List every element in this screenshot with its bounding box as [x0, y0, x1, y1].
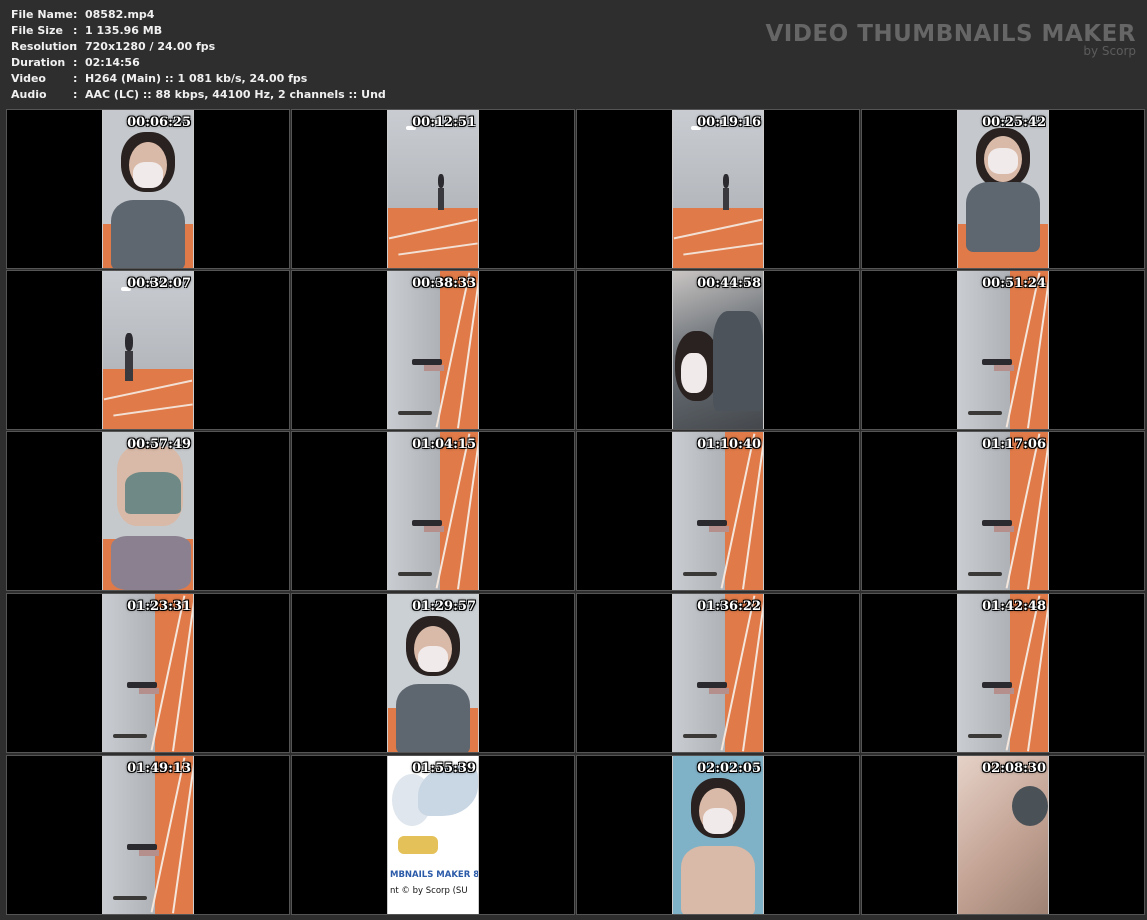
thumbnail-timestamp: 01:23:31: [127, 599, 191, 614]
thumbnail-frame: 00:32:07: [102, 271, 194, 429]
thumbnail-frame: 01:36:22: [672, 594, 764, 752]
thumbnail-timestamp: 01:49:13: [127, 761, 191, 776]
thumbnail-timestamp: 00:25:42: [982, 115, 1046, 130]
thumbnail-cell[interactable]: 01:17:06: [861, 431, 1145, 591]
thumbnail-frame: 01:23:31: [102, 594, 194, 752]
thumbnail-image: [388, 594, 478, 752]
thumbnail-frame: 02:08:30: [957, 756, 1049, 914]
thumbnail-timestamp: 00:57:49: [127, 437, 191, 452]
thumbnail-image: [103, 432, 193, 590]
thumbnail-cell[interactable]: 00:44:58: [576, 270, 860, 430]
thumbnail-frame: 01:04:15: [387, 432, 479, 590]
thumbnail-cell[interactable]: 01:29:57: [291, 593, 575, 753]
thumbnail-image: [103, 110, 193, 268]
thumbnail-image: [673, 756, 763, 914]
thumbnail-frame: 00:38:33: [387, 271, 479, 429]
thumbnail-cell[interactable]: 01:49:13: [6, 755, 290, 915]
thumbnail-image: [673, 271, 763, 429]
thumbnail-frame: MBNAILS MAKER 8 nt © by Scorp (SU 01:55:39: [387, 756, 479, 914]
thumbnail-image: [958, 271, 1048, 429]
thumbnail-timestamp: 01:04:15: [412, 437, 476, 452]
thumbnail-frame: 00:06:25: [102, 110, 194, 268]
thumbnail-timestamp: 01:55:39: [412, 761, 476, 776]
thumbnail-cell[interactable]: 01:36:22: [576, 593, 860, 753]
thumbnail-cell[interactable]: 00:25:42: [861, 109, 1145, 269]
thumbnail-timestamp: 02:08:30: [982, 761, 1046, 776]
thumbnail-cell[interactable]: MBNAILS MAKER 8 nt © by Scorp (SU 01:55:39: [291, 755, 575, 915]
thumbnail-cell[interactable]: 00:38:33: [291, 270, 575, 430]
thumbnail-timestamp: 00:44:58: [697, 276, 761, 291]
thumbnail-cell[interactable]: 00:06:25: [6, 109, 290, 269]
thumbnail-cell[interactable]: 01:04:15: [291, 431, 575, 591]
thumbnail-timestamp: 01:42:48: [982, 599, 1046, 614]
thumbnail-frame: 00:25:42: [957, 110, 1049, 268]
thumbnail-image: [103, 756, 193, 914]
thumbnail-image: [388, 110, 478, 268]
thumbnail-timestamp: 02:02:05: [697, 761, 761, 776]
thumbnail-grid: 00:06:25 00:12:51 00:19:16 00:25:42 00:32:07…: [0, 0, 1147, 920]
thumbnail-frame: 00:57:49: [102, 432, 194, 590]
thumbnail-cell[interactable]: 00:32:07: [6, 270, 290, 430]
thumbnail-frame: 01:10:40: [672, 432, 764, 590]
thumbnail-cell[interactable]: 00:12:51: [291, 109, 575, 269]
thumbnail-image: [388, 432, 478, 590]
thumbnail-frame: 01:42:48: [957, 594, 1049, 752]
thumbnail-cell[interactable]: 00:19:16: [576, 109, 860, 269]
thumbnail-cell[interactable]: 02:02:05: [576, 755, 860, 915]
thumbnail-image: [673, 594, 763, 752]
thumbnail-frame: 00:19:16: [672, 110, 764, 268]
thumbnail-image: [958, 110, 1048, 268]
thumbnail-timestamp: 00:06:25: [127, 115, 191, 130]
thumbnail-image: [388, 271, 478, 429]
thumbnail-timestamp: 00:51:24: [982, 276, 1046, 291]
thumbnail-timestamp: 00:19:16: [697, 115, 761, 130]
thumbnail-frame: 02:02:05: [672, 756, 764, 914]
thumbnail-timestamp: 00:12:51: [412, 115, 476, 130]
thumbnail-timestamp: 01:29:57: [412, 599, 476, 614]
thumbnail-image: [103, 594, 193, 752]
thumbnail-frame: 01:17:06: [957, 432, 1049, 590]
thumbnail-cell[interactable]: 02:08:30: [861, 755, 1145, 915]
thumbnail-cell[interactable]: 01:42:48: [861, 593, 1145, 753]
logo-text-line: MBNAILS MAKER 8: [390, 870, 479, 880]
thumbnail-cell[interactable]: 00:51:24: [861, 270, 1145, 430]
thumbnail-image: MBNAILS MAKER 8 nt © by Scorp (SU: [388, 756, 478, 914]
thumbnail-timestamp: 00:38:33: [412, 276, 476, 291]
thumbnail-cell[interactable]: 00:57:49: [6, 431, 290, 591]
thumbnail-image: [958, 432, 1048, 590]
thumbnail-timestamp: 01:10:40: [697, 437, 761, 452]
thumbnail-image: [673, 432, 763, 590]
thumbnail-timestamp: 01:17:06: [982, 437, 1046, 452]
thumbnail-image: [103, 271, 193, 429]
thumbnail-cell[interactable]: 01:23:31: [6, 593, 290, 753]
thumbnail-image: [673, 110, 763, 268]
logo-copyright-line: nt © by Scorp (SU: [390, 886, 468, 896]
thumbnail-frame: 00:44:58: [672, 271, 764, 429]
thumbnail-timestamp: 01:36:22: [697, 599, 761, 614]
thumbnail-frame: 01:29:57: [387, 594, 479, 752]
thumbnail-image: [958, 594, 1048, 752]
thumbnail-frame: 00:12:51: [387, 110, 479, 268]
thumbnail-frame: 00:51:24: [957, 271, 1049, 429]
thumbnail-timestamp: 00:32:07: [127, 276, 191, 291]
thumbnail-cell[interactable]: 01:10:40: [576, 431, 860, 591]
thumbnail-frame: 01:49:13: [102, 756, 194, 914]
thumbnail-image: [958, 756, 1048, 914]
